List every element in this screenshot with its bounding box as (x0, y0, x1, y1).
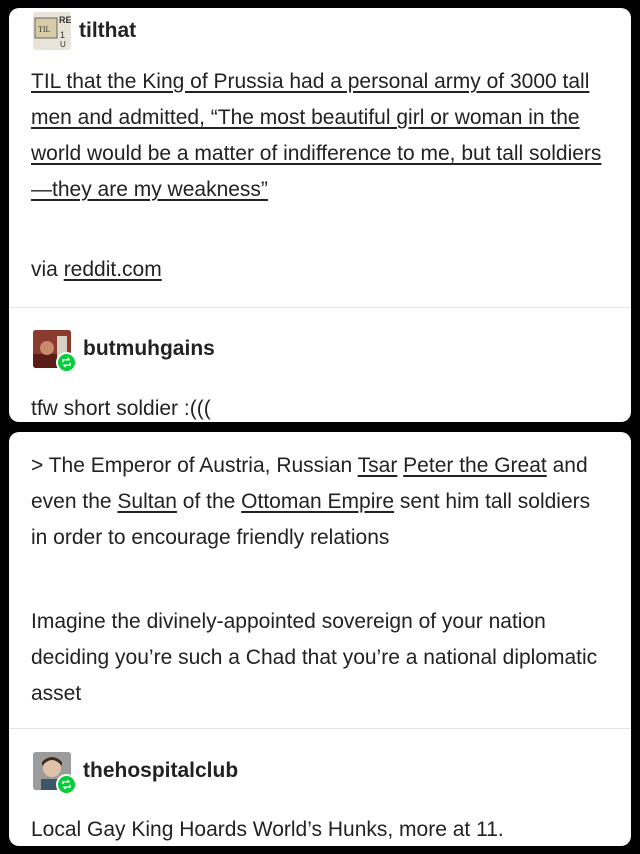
divider (9, 728, 631, 729)
avatar-butmuhgains[interactable] (33, 330, 77, 373)
username[interactable]: tilthat (79, 19, 136, 43)
link-sultan[interactable]: Sultan (117, 490, 177, 513)
post-text[interactable]: TIL that the King of Prussia had a perso… (31, 64, 609, 208)
reply-header: butmuhgains (33, 330, 215, 373)
link-peter-the-great[interactable]: Peter the Great (403, 454, 547, 477)
post-header: TIL RE 1 U tilthat (33, 12, 136, 50)
post-card-2: > The Emperor of Austria, Russian Tsar P… (9, 432, 631, 846)
source-line: via reddit.com (31, 252, 609, 288)
divider (9, 307, 631, 308)
source-link[interactable]: reddit.com (64, 258, 162, 281)
post-card-1: TIL RE 1 U tilthat TIL that the King of … (9, 8, 631, 422)
svg-text:1: 1 (60, 30, 65, 40)
svg-text:TIL: TIL (38, 25, 51, 34)
username[interactable]: thehospitalclub (83, 759, 238, 783)
link-tsar[interactable]: Tsar (358, 454, 398, 477)
via-label: via (31, 258, 64, 281)
quote-prefix: > The Emperor of Austria, Russian (31, 454, 358, 477)
reblog-icon (56, 774, 77, 795)
reply-text: Local Gay King Hoards World’s Hunks, mor… (31, 818, 504, 841)
post-link-text[interactable]: TIL that the King of Prussia had a perso… (31, 70, 601, 201)
svg-text:U: U (60, 40, 66, 49)
link-ottoman-empire[interactable]: Ottoman Empire (241, 490, 394, 513)
avatar-thehospitalclub[interactable] (33, 752, 77, 795)
quote-middle-2: of the (176, 490, 242, 513)
avatar-tilthat[interactable]: TIL RE 1 U (33, 12, 71, 50)
username[interactable]: butmuhgains (83, 337, 215, 361)
reply-header: thehospitalclub (33, 752, 238, 795)
comment-text: Imagine the divinely-appointed sovereign… (31, 610, 598, 705)
reblog-icon (56, 352, 77, 373)
quote-text: > The Emperor of Austria, Russian Tsar P… (31, 448, 609, 556)
reply-text: tfw short soldier :((( (31, 397, 211, 420)
svg-text:RE: RE (59, 15, 71, 25)
